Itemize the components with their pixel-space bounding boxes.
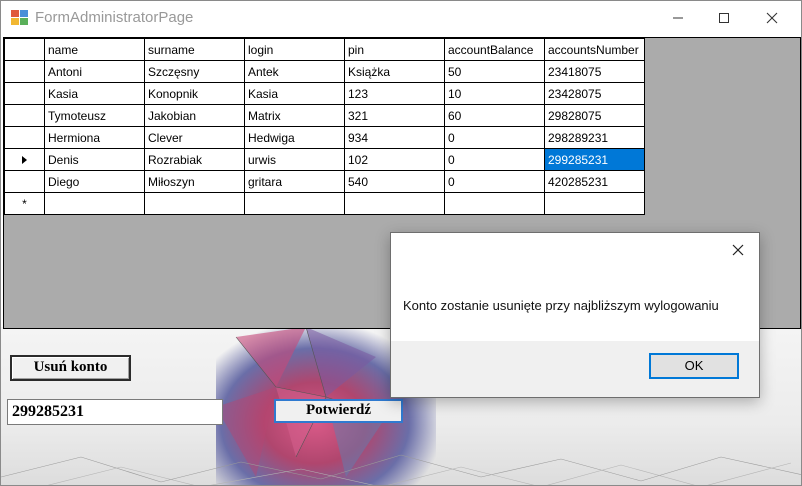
row-header[interactable] [4, 82, 45, 105]
column-header-surname[interactable]: surname [144, 38, 245, 61]
column-header-accounts-number[interactable]: accountsNumber [544, 38, 645, 61]
cell-pin[interactable]: 102 [344, 148, 445, 171]
minimize-icon [673, 17, 683, 19]
cell-login[interactable]: Antek [244, 60, 345, 83]
close-icon [766, 12, 778, 24]
row-header-current[interactable] [4, 148, 45, 171]
cell-login[interactable]: Kasia [244, 82, 345, 105]
dialog-message: Konto zostanie usunięte przy najbliższym… [403, 298, 719, 313]
delete-account-button[interactable]: Usuń konto [10, 355, 131, 381]
cell-account-balance[interactable]: 50 [444, 60, 545, 83]
new-cell[interactable] [544, 192, 645, 215]
cell-account-balance[interactable]: 10 [444, 82, 545, 105]
row-header[interactable] [4, 60, 45, 83]
dialog-close-button[interactable] [723, 237, 753, 263]
message-dialog: Konto zostanie usunięte przy najbliższym… [390, 232, 760, 398]
cell-login[interactable]: Matrix [244, 104, 345, 127]
new-cell[interactable] [44, 192, 145, 215]
minimize-button[interactable] [655, 1, 701, 35]
new-cell[interactable] [144, 192, 245, 215]
table-row[interactable]: Diego Miłoszyn gritara 540 0 420285231 [4, 170, 645, 193]
close-button[interactable] [749, 1, 795, 35]
table-row[interactable]: Tymoteusz Jakobian Matrix 321 60 2982807… [4, 104, 645, 127]
ok-button[interactable]: OK [649, 353, 739, 379]
cell-accounts-number-selected[interactable]: 299285231 [544, 148, 645, 171]
column-header-pin[interactable]: pin [344, 38, 445, 61]
cell-pin[interactable]: 321 [344, 104, 445, 127]
maximize-icon [719, 13, 729, 23]
cell-name[interactable]: Hermiona [44, 126, 145, 149]
cell-accounts-number[interactable]: 29828075 [544, 104, 645, 127]
cell-surname[interactable]: Rozrabiak [144, 148, 245, 171]
cell-surname[interactable]: Jakobian [144, 104, 245, 127]
cell-pin[interactable]: 540 [344, 170, 445, 193]
cell-name[interactable]: Kasia [44, 82, 145, 105]
cell-account-balance[interactable]: 60 [444, 104, 545, 127]
table-row[interactable]: Antoni Szczęsny Antek Książka 50 2341807… [4, 60, 645, 83]
new-row[interactable]: * [4, 192, 645, 215]
cell-login[interactable]: urwis [244, 148, 345, 171]
new-cell[interactable] [444, 192, 545, 215]
cell-accounts-number[interactable]: 23418075 [544, 60, 645, 83]
row-header[interactable] [4, 104, 45, 127]
cell-account-balance[interactable]: 0 [444, 126, 545, 149]
cell-name[interactable]: Diego [44, 170, 145, 193]
cell-name[interactable]: Denis [44, 148, 145, 171]
table-row-current[interactable]: Denis Rozrabiak urwis 102 0 299285231 [4, 148, 645, 171]
corner-header[interactable] [4, 38, 45, 61]
table-row[interactable]: Kasia Konopnik Kasia 123 10 23428075 [4, 82, 645, 105]
account-number-input[interactable]: 299285231 [7, 399, 223, 425]
column-header-account-balance[interactable]: accountBalance [444, 38, 545, 61]
current-row-arrow-icon [22, 156, 27, 165]
cell-accounts-number[interactable]: 298289231 [544, 126, 645, 149]
column-header-login[interactable]: login [244, 38, 345, 61]
new-row-marker: * [22, 196, 27, 211]
confirm-button[interactable]: Potwierdź [274, 399, 403, 423]
header-row: name surname login pin accountBalance ac… [4, 38, 645, 61]
cell-account-balance[interactable]: 0 [444, 170, 545, 193]
new-cell[interactable] [344, 192, 445, 215]
cell-name[interactable]: Tymoteusz [44, 104, 145, 127]
cell-name[interactable]: Antoni [44, 60, 145, 83]
row-header[interactable] [4, 170, 45, 193]
column-header-name[interactable]: name [44, 38, 145, 61]
cell-accounts-number[interactable]: 420285231 [544, 170, 645, 193]
app-window: FormAdministratorPage name surname login… [0, 0, 802, 486]
new-cell[interactable] [244, 192, 345, 215]
new-row-header[interactable]: * [4, 192, 45, 215]
row-header[interactable] [4, 126, 45, 149]
cell-surname[interactable]: Szczęsny [144, 60, 245, 83]
cell-pin[interactable]: 123 [344, 82, 445, 105]
cell-account-balance[interactable]: 0 [444, 148, 545, 171]
maximize-button[interactable] [701, 1, 747, 35]
cell-accounts-number[interactable]: 23428075 [544, 82, 645, 105]
app-icon [11, 10, 28, 25]
window-title: FormAdministratorPage [35, 9, 194, 26]
cell-login[interactable]: gritara [244, 170, 345, 193]
cell-surname[interactable]: Konopnik [144, 82, 245, 105]
dialog-footer: OK [391, 341, 759, 397]
cell-pin[interactable]: 934 [344, 126, 445, 149]
cell-login[interactable]: Hedwiga [244, 126, 345, 149]
cell-pin[interactable]: Książka [344, 60, 445, 83]
title-bar[interactable]: FormAdministratorPage [1, 1, 801, 35]
cell-surname[interactable]: Miłoszyn [144, 170, 245, 193]
table-row[interactable]: Hermiona Clever Hedwiga 934 0 298289231 [4, 126, 645, 149]
close-icon [732, 244, 744, 256]
cell-surname[interactable]: Clever [144, 126, 245, 149]
accounts-table: name surname login pin accountBalance ac… [4, 38, 645, 215]
